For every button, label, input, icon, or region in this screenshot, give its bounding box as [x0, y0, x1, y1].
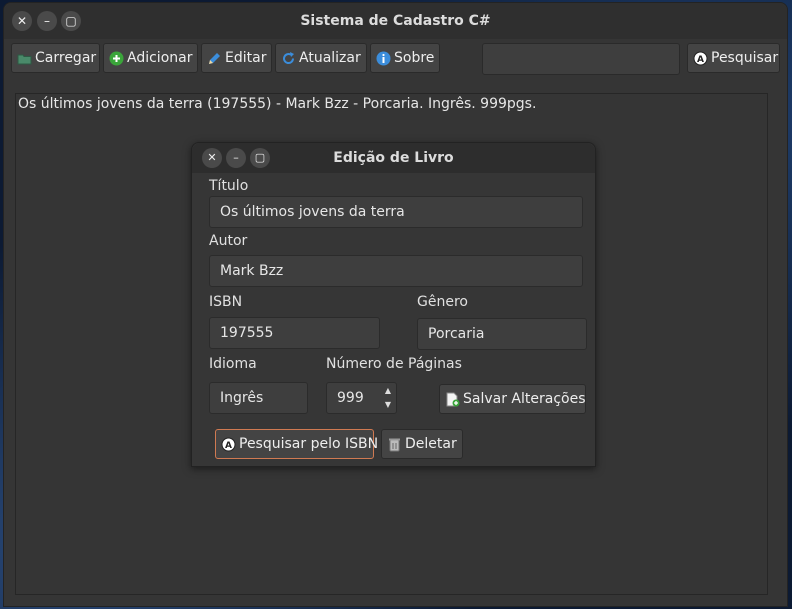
- trash-icon: [387, 437, 402, 452]
- folder-icon: [17, 51, 32, 66]
- dialog-title: Edição de Livro: [333, 150, 454, 166]
- pages-spin-arrows: ▲ ▼: [381, 384, 395, 412]
- isbn-field[interactable]: 197555: [209, 317, 380, 349]
- about-label: Sobre: [394, 50, 435, 66]
- genre-field[interactable]: Porcaria: [417, 318, 587, 350]
- pencil-icon: [207, 51, 222, 66]
- load-label: Carregar: [35, 50, 97, 66]
- load-button[interactable]: Carregar: [11, 43, 100, 73]
- info-icon: [376, 51, 391, 66]
- search-a-icon: A: [693, 51, 708, 66]
- dialog-title-bar: ✕ – ▢ Edição de Livro: [192, 143, 595, 173]
- refresh-icon: [281, 51, 296, 66]
- language-label: Idioma: [209, 356, 257, 372]
- refresh-button[interactable]: Atualizar: [275, 43, 367, 73]
- svg-text:A: A: [697, 55, 704, 65]
- edit-book-dialog: ✕ – ▢ Edição de Livro Título Os últimos …: [191, 142, 596, 467]
- svg-text:A: A: [225, 441, 232, 451]
- save-changes-label: Salvar Alterações: [463, 391, 586, 407]
- list-item[interactable]: Os últimos jovens da terra (197555) - Ma…: [18, 96, 536, 112]
- spin-down-icon[interactable]: ▼: [381, 398, 395, 412]
- pages-stepper[interactable]: 999 ▲ ▼: [326, 382, 397, 414]
- about-button[interactable]: Sobre: [370, 43, 440, 73]
- pages-value: 999: [337, 390, 364, 406]
- window-title: Sistema de Cadastro C#: [300, 13, 491, 29]
- genre-label: Gênero: [417, 294, 468, 310]
- delete-label: Deletar: [405, 436, 457, 452]
- author-field[interactable]: Mark Bzz: [209, 255, 583, 287]
- title-bar: ✕ – ▢ Sistema de Cadastro C#: [4, 3, 787, 39]
- delete-button[interactable]: Deletar: [381, 429, 463, 459]
- isbn-label: ISBN: [209, 294, 243, 310]
- plus-circle-icon: [109, 51, 124, 66]
- title-field[interactable]: Os últimos jovens da terra: [209, 196, 583, 228]
- refresh-label: Atualizar: [299, 50, 361, 66]
- edit-button[interactable]: Editar: [201, 43, 272, 73]
- search-isbn-button[interactable]: A Pesquisar pelo ISBN: [215, 429, 378, 459]
- title-label: Título: [209, 178, 249, 194]
- search-label: Pesquisar: [711, 50, 779, 66]
- spin-up-icon[interactable]: ▲: [381, 384, 395, 398]
- search-isbn-label: Pesquisar pelo ISBN: [239, 436, 379, 452]
- search-input[interactable]: [482, 43, 680, 75]
- add-button[interactable]: Adicionar: [103, 43, 198, 73]
- save-changes-button[interactable]: Salvar Alterações: [439, 384, 586, 414]
- search-button[interactable]: A Pesquisar: [687, 43, 780, 73]
- add-label: Adicionar: [127, 50, 193, 66]
- language-field[interactable]: Ingrês: [209, 382, 308, 414]
- pages-label: Número de Páginas: [326, 356, 462, 372]
- author-label: Autor: [209, 233, 248, 249]
- edit-label: Editar: [225, 50, 267, 66]
- document-add-icon: [445, 392, 460, 407]
- search-a-icon: A: [221, 437, 236, 452]
